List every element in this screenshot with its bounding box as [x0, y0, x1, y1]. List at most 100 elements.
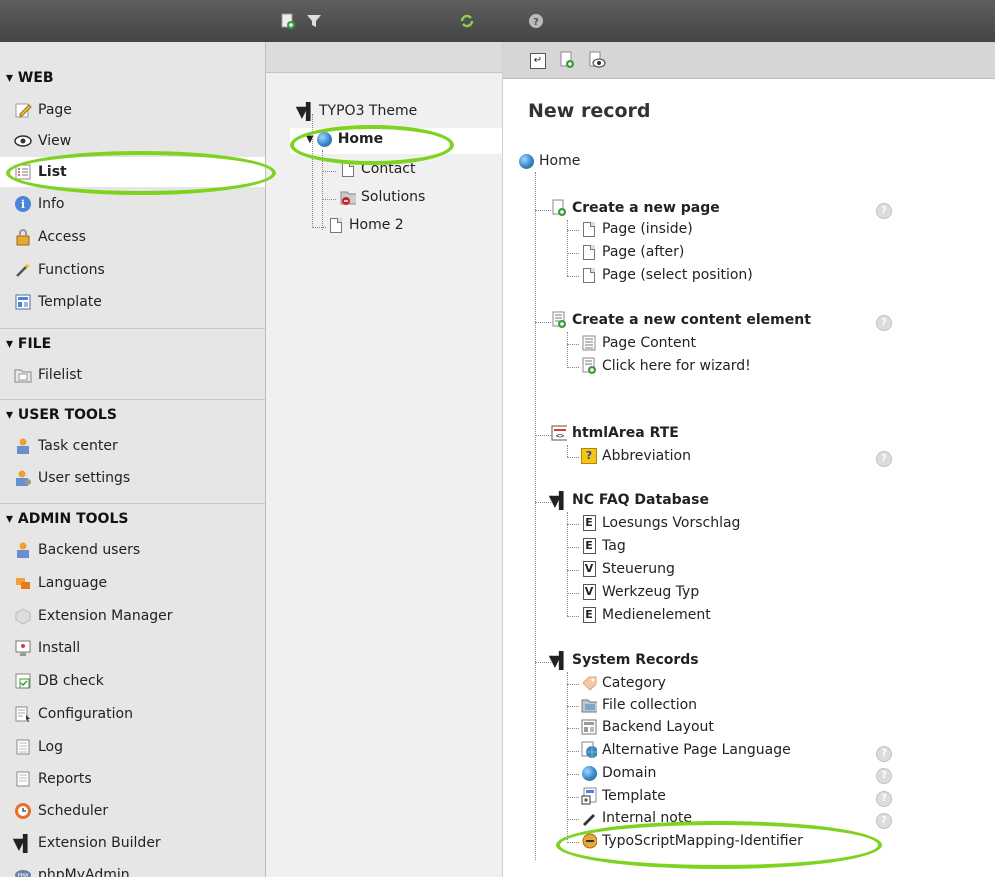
record-backend-layout[interactable]: Backend Layout — [581, 719, 714, 735]
abbreviation-link[interactable]: ? Abbreviation — [581, 448, 691, 464]
content-wizard-link[interactable]: Click here for wizard! — [581, 357, 751, 374]
wand-icon — [14, 261, 32, 279]
new-record-icon[interactable] — [559, 51, 575, 73]
page-content-link[interactable]: Page Content — [581, 335, 696, 351]
section-admin-tools[interactable]: ▾ ADMIN TOOLS — [6, 511, 128, 527]
view-page-icon[interactable] — [588, 51, 606, 73]
help-icon[interactable]: ? — [876, 451, 892, 467]
faq-tag[interactable]: E Tag — [581, 538, 626, 554]
module-functions[interactable]: Functions — [0, 255, 265, 285]
language-page-icon — [581, 741, 597, 758]
eye-icon — [14, 132, 32, 150]
backend-users-icon — [14, 541, 32, 559]
page-title: New record — [528, 100, 651, 122]
file-collection-icon — [581, 697, 597, 713]
module-extension-manager[interactable]: Extension Manager — [0, 601, 265, 631]
module-filelist[interactable]: Filelist — [0, 360, 265, 390]
pencil-icon — [14, 101, 32, 119]
module-configuration[interactable]: Configuration — [0, 699, 265, 729]
page-icon — [581, 221, 597, 237]
record-template[interactable]: Template — [581, 787, 666, 805]
module-log[interactable]: Log — [0, 732, 265, 762]
language-icon — [14, 574, 32, 592]
svg-text:i: i — [21, 198, 25, 211]
module-install[interactable]: Install — [0, 633, 265, 663]
reports-icon — [14, 770, 32, 788]
tree-node-solutions[interactable]: Solutions — [340, 189, 425, 205]
new-page-icon[interactable] — [280, 13, 296, 29]
extension-manager-icon — [14, 607, 32, 625]
help-icon[interactable]: ? — [876, 315, 892, 331]
record-v-icon: V — [581, 584, 597, 600]
help-icon[interactable]: ? — [876, 746, 892, 762]
user-settings-icon — [14, 469, 32, 487]
note-icon — [581, 810, 597, 826]
module-language[interactable]: Language — [0, 568, 265, 598]
svg-text:<>: <> — [556, 432, 564, 440]
record-domain[interactable]: Domain — [581, 765, 656, 781]
category-icon — [581, 675, 597, 691]
return-icon[interactable]: ↵ — [530, 53, 546, 69]
record-category[interactable]: Category — [581, 675, 666, 691]
folder-restricted-icon — [340, 189, 356, 205]
rte-icon: <> — [551, 425, 567, 441]
svg-text:?: ? — [533, 17, 539, 28]
help-icon[interactable]: ? — [876, 813, 892, 829]
module-user-settings[interactable]: User settings — [0, 463, 265, 493]
module-extension-builder[interactable]: ▼▍ Extension Builder — [0, 828, 265, 858]
configuration-icon — [14, 705, 32, 723]
module-backend-users[interactable]: Backend users — [0, 535, 265, 565]
faq-werkzeug-typ[interactable]: V Werkzeug Typ — [581, 584, 699, 600]
refresh-icon[interactable] — [459, 13, 475, 29]
help-icon[interactable]: ? — [876, 791, 892, 807]
template-icon — [14, 293, 32, 311]
module-access[interactable]: Access — [0, 222, 265, 252]
faq-steuerung[interactable]: V Steuerung — [581, 561, 675, 577]
record-e-icon: E — [581, 515, 597, 531]
section-file[interactable]: ▾ FILE — [6, 336, 51, 352]
faq-loesungs-vorschlag[interactable]: E Loesungs Vorschlag — [581, 515, 740, 531]
record-file-collection[interactable]: File collection — [581, 697, 697, 713]
module-task-center[interactable]: Task center — [0, 431, 265, 461]
page-icon — [581, 267, 597, 283]
module-phpmyadmin[interactable]: PMA phpMyAdmin — [0, 860, 265, 877]
module-scheduler[interactable]: Scheduler — [0, 796, 265, 826]
module-reports[interactable]: Reports — [0, 764, 265, 794]
globe-icon — [518, 153, 534, 169]
top-toolbar: ? — [0, 0, 995, 42]
page-after-link[interactable]: Page (after) — [581, 244, 684, 260]
typo3-icon: ▼▍ — [12, 833, 36, 853]
new-content-element-icon — [551, 311, 567, 328]
help-icon[interactable]: ? — [876, 203, 892, 219]
record-e-icon: E — [581, 538, 597, 554]
tree-root[interactable]: ▼▍ TYPO3 Theme — [296, 102, 418, 121]
filter-icon[interactable] — [306, 13, 322, 29]
folder-icon — [14, 366, 32, 384]
page-select-position-link[interactable]: Page (select position) — [581, 267, 753, 283]
module-page[interactable]: Page — [0, 95, 265, 125]
template-icon — [581, 787, 597, 805]
record-alternative-page-language[interactable]: Alternative Page Language — [581, 741, 791, 758]
help-icon[interactable]: ? — [528, 13, 544, 29]
faq-database-group: ▼▍ NC FAQ Database — [548, 490, 709, 510]
help-icon[interactable]: ? — [876, 768, 892, 784]
new-page-icon — [551, 199, 567, 216]
log-icon — [14, 738, 32, 756]
record-page-home[interactable]: Home — [518, 153, 580, 169]
module-template[interactable]: Template — [0, 287, 265, 317]
content-toolbar: ↵ — [503, 42, 995, 79]
tree-node-home2[interactable]: Home 2 — [328, 217, 404, 233]
htmlarea-rte-group: <> htmlArea RTE — [551, 425, 679, 441]
install-icon — [14, 639, 32, 657]
page-tree-panel: ▼▍ TYPO3 Theme ▼ Home Contact Solutions … — [266, 42, 503, 877]
content-element-icon — [581, 335, 597, 351]
phpmyadmin-icon: PMA — [14, 866, 32, 877]
faq-medienelement[interactable]: E Medienelement — [581, 607, 711, 623]
page-inside-link[interactable]: Page (inside) — [581, 221, 693, 237]
create-content-element-group: Create a new content element — [551, 311, 811, 328]
module-db-check[interactable]: DB check — [0, 666, 265, 696]
scheduler-icon — [14, 802, 32, 820]
section-web[interactable]: ▾ WEB — [6, 70, 54, 86]
section-user-tools[interactable]: ▾ USER TOOLS — [6, 407, 117, 423]
abbreviation-icon: ? — [581, 448, 597, 464]
